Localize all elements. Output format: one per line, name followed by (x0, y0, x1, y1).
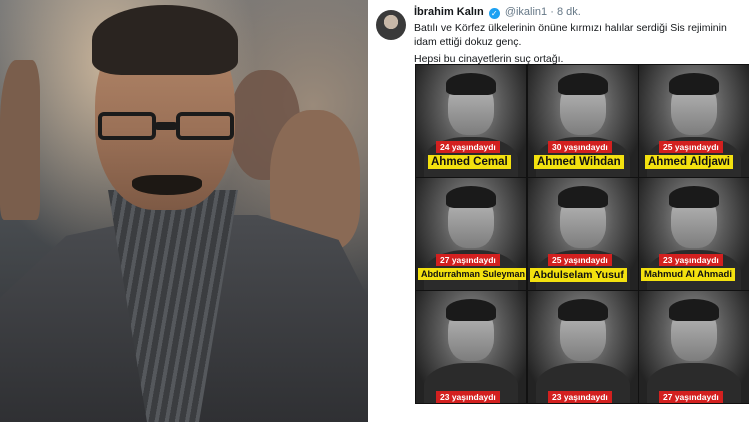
portrait-photo (0, 0, 368, 422)
age-badge: 25 yaşındaydı (548, 254, 612, 266)
victim-name: Mahmud Al Ahmadi (641, 268, 735, 281)
age-badge: 27 yaşındaydı (659, 391, 723, 403)
victim-name: Abdurrahman Suleyman (418, 268, 526, 280)
victim-photo: 25 yaşındaydı Abdulselam Yusuf (528, 178, 638, 290)
author-avatar[interactable] (376, 10, 406, 40)
age-badge: 23 yaşındaydı (659, 254, 723, 266)
victim-photo: 27 yaşındaydı Abdurrahman Suleyman (416, 178, 526, 290)
age-badge: 25 yaşındaydı (659, 141, 723, 153)
age-badge: 23 yaşındaydı (436, 391, 500, 403)
age-badge: 24 yaşındaydı (436, 141, 500, 153)
author-handle[interactable]: @ikalin1 (505, 6, 547, 18)
background-person (0, 60, 40, 220)
victim-photo: 23 yaşındaydı (416, 291, 526, 403)
tweet-header: İbrahim Kalın ✓ @ikalin1 · 8 dk. (414, 6, 581, 19)
verified-icon: ✓ (488, 8, 500, 19)
victim-photo: 25 yaşındaydı Ahmed Aldjawi (639, 65, 749, 177)
victim-photo: 23 yaşındaydı (528, 291, 638, 403)
victim-name: Ahmed Aldjawi (645, 155, 733, 169)
age-badge: 30 yaşındaydı (548, 141, 612, 153)
author-name[interactable]: İbrahim Kalın (414, 6, 484, 18)
victim-photo: 30 yaşındaydı Ahmed Wihdan (528, 65, 638, 177)
victim-name: Ahmed Wihdan (534, 155, 624, 169)
victim-name: Abdulselam Yusuf (530, 268, 627, 282)
mustache (132, 175, 202, 195)
separator-dot: · (550, 6, 554, 18)
age-badge: 23 yaşındaydı (548, 391, 612, 403)
tweet-text: Batılı ve Körfez ülkelerinin önüne kırmı… (414, 21, 744, 69)
tweet-time[interactable]: 8 dk. (557, 6, 581, 18)
victim-photo: 23 yaşındaydı Mahmud Al Ahmadi (639, 178, 749, 290)
glasses (98, 112, 236, 142)
victim-name: Ahmed Cemal (428, 155, 511, 169)
victim-photo: 24 yaşındaydı Ahmed Cemal (416, 65, 526, 177)
victim-photo: 27 yaşındaydı (639, 291, 749, 403)
age-badge: 27 yaşındaydı (436, 254, 500, 266)
tweet-text-line: Batılı ve Körfez ülkelerinin önüne kırmı… (414, 22, 727, 48)
hair (92, 5, 238, 75)
victims-image-grid[interactable]: 24 yaşındaydı Ahmed Cemal 30 yaşındaydı … (415, 64, 749, 404)
